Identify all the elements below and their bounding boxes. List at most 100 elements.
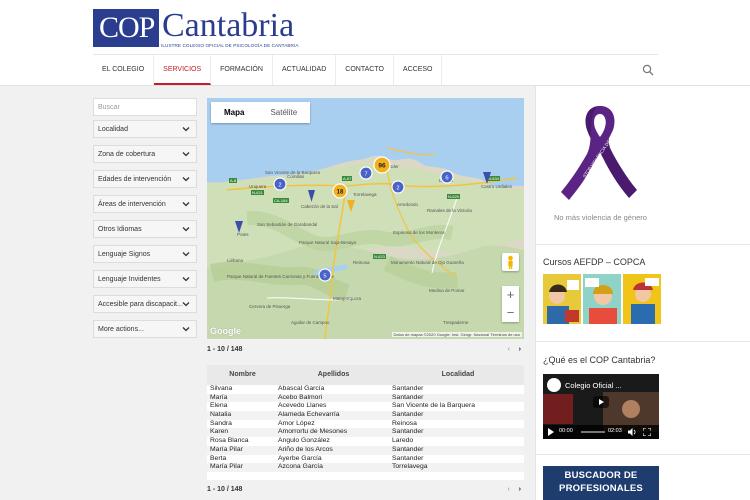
cluster-marker[interactable]: 2: [273, 177, 287, 191]
cell-nombre: Natalia: [210, 411, 232, 419]
filter-label: Localidad: [98, 126, 128, 133]
map-type-tabs: Mapa Satélite: [211, 102, 311, 123]
filter-localidad[interactable]: Localidad: [93, 120, 197, 138]
cluster-marker[interactable]: 6: [440, 170, 454, 184]
cluster-marker[interactable]: 5: [318, 268, 332, 282]
search-icon[interactable]: [642, 64, 654, 76]
cell-localidad: Laredo: [392, 437, 414, 445]
svg-text:6: 6: [445, 175, 448, 181]
pager-next-button[interactable]: ›: [519, 343, 521, 357]
map-pin-icon[interactable]: [347, 200, 355, 212]
filter-zona-cobertura[interactable]: Zona de cobertura: [93, 145, 197, 163]
que-es-title: ¿Qué es el COP Cantabria?: [543, 355, 656, 365]
play-icon[interactable]: [593, 396, 609, 408]
filter-edades[interactable]: Edades de intervención: [93, 170, 197, 188]
main-nav: EL COLEGIO SERVICIOS FORMACIÓN ACTUALIDA…: [93, 55, 443, 85]
table-row[interactable]: Karen Amorrortu de Mesones Santander: [207, 428, 524, 438]
cluster-marker[interactable]: 96: [373, 156, 391, 174]
table-row[interactable]: Elena Acevedo Llanes San Vicente de la Bar…: [207, 402, 524, 411]
buscador-profesionales-banner[interactable]: BUSCADOR DE PROFESIONALES: [543, 466, 659, 500]
chevron-down-icon: [182, 277, 190, 282]
nav-item-contacto[interactable]: CONTACTO: [336, 55, 394, 85]
filter-areas[interactable]: Áreas de intervención: [93, 195, 197, 213]
table-row[interactable]: María Pilar Ariño de los Arcos Santander: [207, 445, 524, 455]
map-pin-icon[interactable]: [483, 172, 491, 184]
sidebar-divider: [536, 244, 750, 245]
map-pin-icon[interactable]: [235, 221, 243, 233]
cluster-marker[interactable]: 7: [359, 166, 373, 180]
nav-item-acceso[interactable]: ACCESO: [394, 55, 443, 85]
nav-item-servicios[interactable]: SERVICIOS: [154, 55, 212, 85]
curso-thumbnail[interactable]: [623, 274, 661, 324]
curso-thumbnail[interactable]: [583, 274, 621, 324]
pager-range: 1 - 10 / 148: [207, 346, 243, 353]
cop-cantabria-logo[interactable]: COP Cantabria ILUSTRE COLEGIO OFICIAL DE…: [93, 7, 298, 51]
chevron-down-icon: [182, 227, 190, 232]
cell-apellidos: Acevedo Llanes: [278, 402, 327, 410]
curso-thumbnail[interactable]: [543, 274, 581, 324]
pager-prev-button[interactable]: ‹: [508, 483, 510, 497]
cell-nombre: María: [210, 393, 228, 401]
video-title[interactable]: Colegio Oficial ...: [565, 381, 622, 390]
pager-prev-button[interactable]: ‹: [508, 343, 510, 357]
professionals-table: Nombre Apellidos Localidad Silvana Abasca…: [207, 365, 524, 480]
filter-label: More actions...: [98, 326, 144, 333]
nav-item-actualidad[interactable]: ACTUALIDAD: [273, 55, 337, 85]
filter-label: Zona de cobertura: [98, 151, 156, 158]
cell-localidad: Santander: [392, 411, 424, 419]
column-header-localidad[interactable]: Localidad: [389, 365, 524, 385]
cell-apellidos: Alameda Echevarría: [278, 411, 340, 419]
pager-next-button[interactable]: ›: [519, 483, 521, 497]
cluster-marker[interactable]: 2: [391, 180, 405, 194]
table-header: Nombre Apellidos Localidad: [207, 365, 524, 385]
chevron-down-icon: [182, 202, 190, 207]
cell-localidad: Santander: [392, 454, 424, 462]
fullscreen-icon[interactable]: [643, 428, 651, 436]
street-view-pegman-icon[interactable]: [502, 253, 519, 271]
table-row[interactable]: Silvana Abascal García Santander: [207, 385, 524, 394]
cluster-marker[interactable]: 18: [332, 183, 348, 199]
channel-avatar[interactable]: [547, 378, 561, 392]
cell-nombre: María Pilar: [210, 445, 243, 453]
filter-otros-idiomas[interactable]: Otros Idiomas: [93, 220, 197, 238]
play-icon[interactable]: [547, 428, 554, 436]
table-row[interactable]: Sandra Amor López Reinosa: [207, 420, 524, 429]
cell-apellidos: Ayerbe García: [278, 454, 322, 462]
svg-text:2: 2: [396, 185, 399, 191]
column-header-nombre[interactable]: Nombre: [207, 365, 275, 385]
filter-lenguaje-signos[interactable]: Lenguaje Signos: [93, 245, 197, 263]
map-attribution[interactable]: Datos de mapas ©2020 Google, Inst. Geogr…: [391, 332, 522, 337]
svg-text:2: 2: [278, 182, 281, 188]
sidebar-divider: [536, 454, 750, 455]
search-input[interactable]: Buscar: [93, 98, 197, 116]
video-progress-bar[interactable]: [581, 431, 605, 433]
zoom-in-button[interactable]: +: [502, 286, 519, 304]
map-pin-icon[interactable]: [308, 190, 315, 202]
violencia-genero-banner[interactable]: STOP VIOLENCIA DE GÉNERO: [547, 100, 654, 208]
filter-accesible[interactable]: Accesible para discapacit...: [93, 295, 197, 313]
sidebar-divider: [536, 341, 750, 342]
site-header: COP Cantabria ILUSTRE COLEGIO OFICIAL DE…: [0, 0, 750, 86]
table-row[interactable]: María Acebo Balmori Santander: [207, 393, 524, 403]
video-total-time: 02:03: [608, 428, 622, 434]
nav-item-formacion[interactable]: FORMACIÓN: [211, 55, 273, 85]
tab-satelite[interactable]: Satélite: [257, 102, 310, 123]
table-row[interactable]: Natalia Alameda Echevarría Santander: [207, 411, 524, 420]
filter-label: Edades de intervención: [98, 176, 172, 183]
nav-item-el-colegio[interactable]: EL COLEGIO: [93, 55, 155, 85]
chevron-down-icon: [182, 327, 190, 332]
cursos-title: Cursos AEFDP – COPCA: [543, 257, 646, 267]
filter-label: Accesible para discapacit...: [98, 301, 183, 308]
filter-lenguaje-invidentes[interactable]: Lenguaje Invidentes: [93, 270, 197, 288]
filter-more-actions[interactable]: More actions...: [93, 320, 197, 338]
video-player[interactable]: Colegio Oficial ... 00:00 02:03: [543, 374, 659, 439]
volume-icon[interactable]: [628, 428, 637, 436]
table-row[interactable]: Berta Ayerbe García Santander: [207, 455, 524, 464]
tab-mapa[interactable]: Mapa: [211, 102, 257, 123]
professionals-map[interactable]: Mapa Satélite Santander Torrelavega Comi…: [207, 98, 524, 339]
google-logo[interactable]: Google: [210, 326, 241, 336]
zoom-out-button[interactable]: −: [502, 304, 519, 322]
table-row[interactable]: Rosa Blanca Angulo González Laredo: [207, 437, 524, 446]
column-header-apellidos[interactable]: Apellidos: [275, 365, 389, 385]
table-row[interactable]: María Pilar Azcona García Torrelavega: [207, 463, 524, 472]
